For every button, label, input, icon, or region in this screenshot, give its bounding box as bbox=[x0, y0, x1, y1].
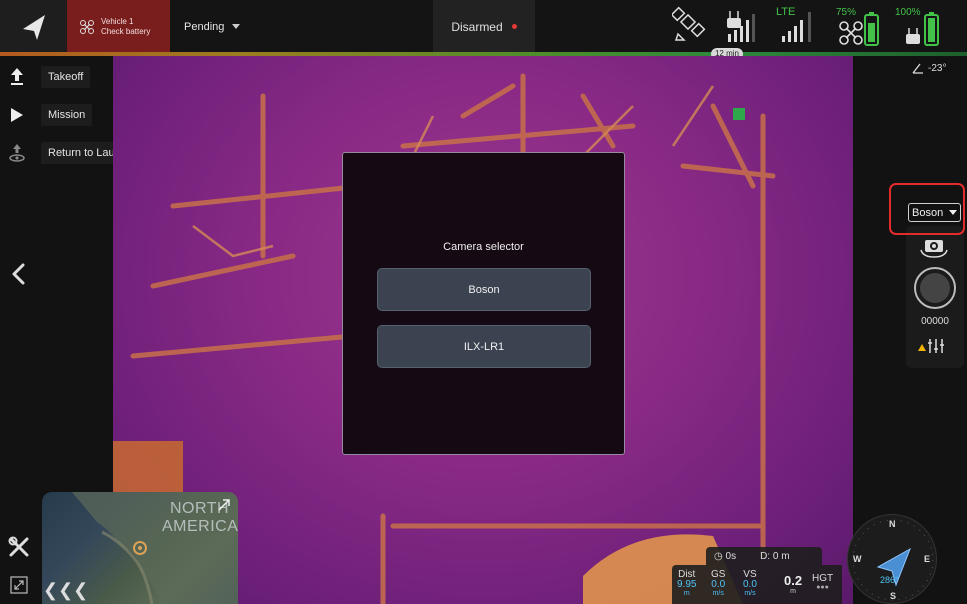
hgt-dots-icon: ●●● bbox=[816, 584, 829, 591]
dist-cell: Dist 9.95 m bbox=[677, 569, 696, 598]
controller-battery-icon[interactable] bbox=[904, 6, 948, 50]
dist-value: 9.95 bbox=[677, 579, 697, 590]
telemetry-values: Dist 9.95 m GS 0.0 m/s VS 0.0 m/s 0.2 m … bbox=[672, 565, 842, 604]
tools-icon[interactable] bbox=[8, 536, 30, 558]
takeoff-icon bbox=[11, 68, 23, 85]
status-dot-icon bbox=[511, 24, 517, 29]
telemetry-panel[interactable]: ◷ 0s D: 0 m Dist 9.95 m GS 0.0 m/s VS 0.… bbox=[672, 547, 842, 604]
altitude-value: 0.2 bbox=[784, 573, 803, 588]
camera-option-boson[interactable]: Boson bbox=[377, 268, 591, 311]
chevron-down-icon bbox=[949, 210, 958, 215]
arm-status-label: Disarmed bbox=[451, 19, 503, 34]
distance-readout: D: 0 m bbox=[760, 550, 790, 562]
angle-icon bbox=[912, 63, 923, 74]
vehicle-name: Vehicle 1 bbox=[101, 16, 134, 26]
vehicle-status[interactable]: Vehicle 1 Check battery bbox=[67, 0, 170, 53]
flight-mode-label: Pending bbox=[184, 20, 225, 33]
gs-value: 0.0 bbox=[711, 579, 726, 590]
mission-button[interactable]: Mission bbox=[0, 100, 93, 130]
flight-mode-dropdown[interactable]: Pending bbox=[171, 0, 255, 53]
gs-cell: GS 0.0 m/s bbox=[711, 569, 725, 598]
mission-label: Mission bbox=[41, 104, 93, 126]
top-bar: Vehicle 1 Check battery Pending Disarmed… bbox=[0, 0, 967, 53]
chevron-left-icon[interactable] bbox=[10, 263, 28, 285]
altitude-cell: 0.2 m bbox=[784, 573, 803, 596]
collapse-panel-icon[interactable]: ❮❮❮ bbox=[43, 580, 88, 601]
chevron-down-icon bbox=[232, 24, 241, 29]
heading-value: 286° bbox=[880, 575, 899, 585]
capture-counter: 00000 bbox=[921, 316, 949, 327]
gimbal-tilt-value: -23° bbox=[928, 62, 947, 74]
vs-value: 0.0 bbox=[743, 579, 757, 590]
camera-selector-dialog: Camera selector Boson ILX-LR1 bbox=[342, 152, 625, 455]
compass-north: N bbox=[889, 519, 896, 529]
vehicle-battery-icon[interactable] bbox=[838, 6, 884, 50]
timer-readout: ◷ 0s bbox=[714, 551, 736, 562]
drone-icon bbox=[80, 19, 94, 34]
app-logo-icon bbox=[22, 14, 45, 40]
arm-status-button[interactable]: Disarmed bbox=[433, 0, 535, 53]
camera-option-ilx-lr1[interactable]: ILX-LR1 bbox=[377, 325, 591, 368]
camera-settings-icon[interactable] bbox=[917, 337, 945, 355]
hgt-cell: HGT ●●● bbox=[812, 573, 833, 591]
map-label-line2: AMERICA bbox=[162, 518, 238, 535]
return-to-launch-icon bbox=[9, 144, 25, 162]
lte-signal-icon[interactable] bbox=[778, 6, 820, 46]
vs-unit: m/s bbox=[744, 590, 756, 597]
satellite-icon[interactable] bbox=[672, 6, 706, 42]
takeoff-label: Takeoff bbox=[41, 66, 91, 88]
camera-select-value: Boson bbox=[912, 206, 944, 219]
timer-value: 0s bbox=[725, 550, 737, 562]
app-menu-button[interactable] bbox=[0, 0, 67, 53]
vs-cell: VS 0.0 m/s bbox=[743, 569, 757, 598]
compass-east: E bbox=[924, 554, 931, 564]
switch-camera-icon[interactable] bbox=[919, 236, 949, 258]
dialog-title: Camera selector bbox=[443, 241, 524, 253]
gs-unit: m/s bbox=[712, 590, 724, 597]
camera-select-dropdown[interactable]: Boson bbox=[908, 203, 961, 222]
takeoff-button[interactable]: Takeoff bbox=[0, 62, 91, 92]
capture-button[interactable] bbox=[914, 267, 956, 309]
compass-west: W bbox=[853, 554, 862, 564]
telemetry-header: ◷ 0s D: 0 m bbox=[706, 547, 822, 565]
compass[interactable]: N E S W 286° bbox=[847, 514, 937, 604]
play-icon bbox=[11, 108, 23, 122]
clock-icon: ◷ bbox=[714, 550, 723, 562]
expand-icon[interactable] bbox=[10, 576, 28, 594]
map-expand-icon[interactable] bbox=[217, 498, 231, 512]
altitude-unit: m bbox=[790, 588, 796, 595]
compass-south: S bbox=[890, 591, 897, 601]
rc-signal-icon[interactable] bbox=[724, 6, 764, 46]
vehicle-warning: Check battery bbox=[101, 26, 151, 36]
hgt-label: HGT bbox=[812, 573, 834, 584]
dist-unit: m bbox=[683, 590, 690, 597]
gimbal-tilt-indicator: -23° bbox=[912, 62, 946, 74]
